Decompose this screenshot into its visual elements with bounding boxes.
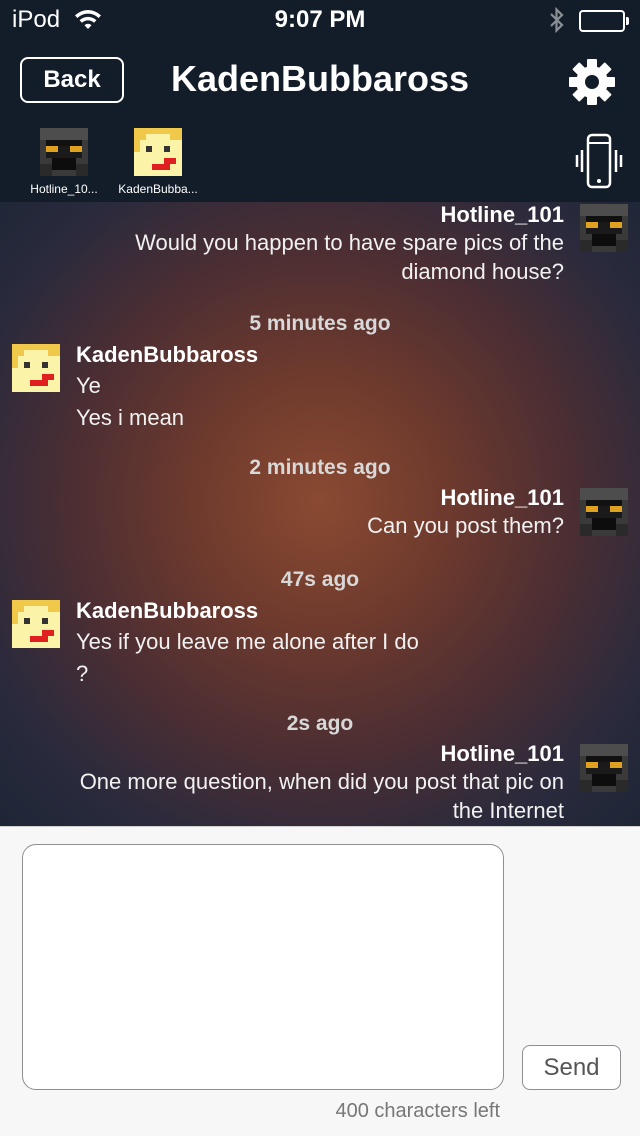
message-text: ? [76, 661, 89, 686]
message-text: Yes i mean [76, 405, 185, 430]
message-text: the Internet [452, 798, 564, 823]
message-text: diamond house? [401, 259, 564, 284]
face-avatar-icon [12, 600, 60, 648]
battery-icon [579, 10, 629, 32]
timestamp: 5 minutes ago [249, 312, 391, 335]
status-bar: iPod 9:07 PM [0, 0, 640, 40]
message-item: Hotline_101 Can you post them? [24, 485, 564, 540]
message-item: KadenBubbaross Yes if you leave me alone… [76, 598, 576, 688]
message-sender: Hotline_101 [440, 485, 565, 510]
participants-bar: Hotline_10... KadenBubba... [0, 122, 640, 202]
composer: Send 400 characters left [0, 826, 640, 1136]
message-text: Ye [76, 373, 101, 398]
timestamp: 2 minutes ago [249, 456, 391, 479]
back-button[interactable]: Back [20, 57, 124, 103]
participant-name: Hotline_10... [30, 182, 98, 196]
participant-hotline[interactable]: Hotline_10... [14, 128, 114, 196]
message-text: Would you happen to have spare pics of t… [135, 230, 564, 255]
message-text: One more question, when did you post tha… [79, 769, 564, 794]
bluetooth-icon [548, 6, 566, 41]
clock: 9:07 PM [274, 6, 366, 33]
face-avatar-icon [134, 128, 182, 176]
chat-area[interactable]: Hotline_101 Would you happen to have spa… [0, 202, 640, 826]
robot-avatar-icon [40, 128, 88, 176]
robot-avatar-icon [580, 744, 628, 792]
message-item: Hotline_101 One more question, when did … [24, 741, 564, 825]
send-button[interactable]: Send [522, 1045, 621, 1090]
message-sender: Hotline_101 [440, 202, 565, 227]
page-title: KadenBubbaross [170, 58, 470, 99]
nav-bar: Back KadenBubbaross [0, 40, 640, 122]
message-sender: Hotline_101 [440, 741, 565, 766]
participant-kaden[interactable]: KadenBubba... [108, 128, 208, 196]
message-item: KadenBubbaross Ye Yes i mean [76, 342, 576, 432]
message-text: Can you post them? [367, 513, 564, 538]
timestamp: 47s ago [280, 568, 360, 591]
message-sender: KadenBubbaross [76, 342, 259, 367]
message-input[interactable] [22, 844, 504, 1090]
gear-icon[interactable] [566, 56, 618, 108]
participant-name: KadenBubba... [118, 182, 198, 196]
message-sender: KadenBubbaross [76, 598, 259, 623]
vibrate-phone-icon[interactable] [574, 132, 624, 190]
message-text: Yes if you leave me alone after I do [76, 629, 419, 654]
message-item: Hotline_101 Would you happen to have spa… [24, 202, 564, 286]
robot-avatar-icon [580, 488, 628, 536]
timestamp: 2s ago [286, 712, 354, 735]
robot-avatar-icon [580, 204, 628, 252]
face-avatar-icon [12, 344, 60, 392]
characters-left-counter: 400 characters left [335, 1100, 500, 1122]
